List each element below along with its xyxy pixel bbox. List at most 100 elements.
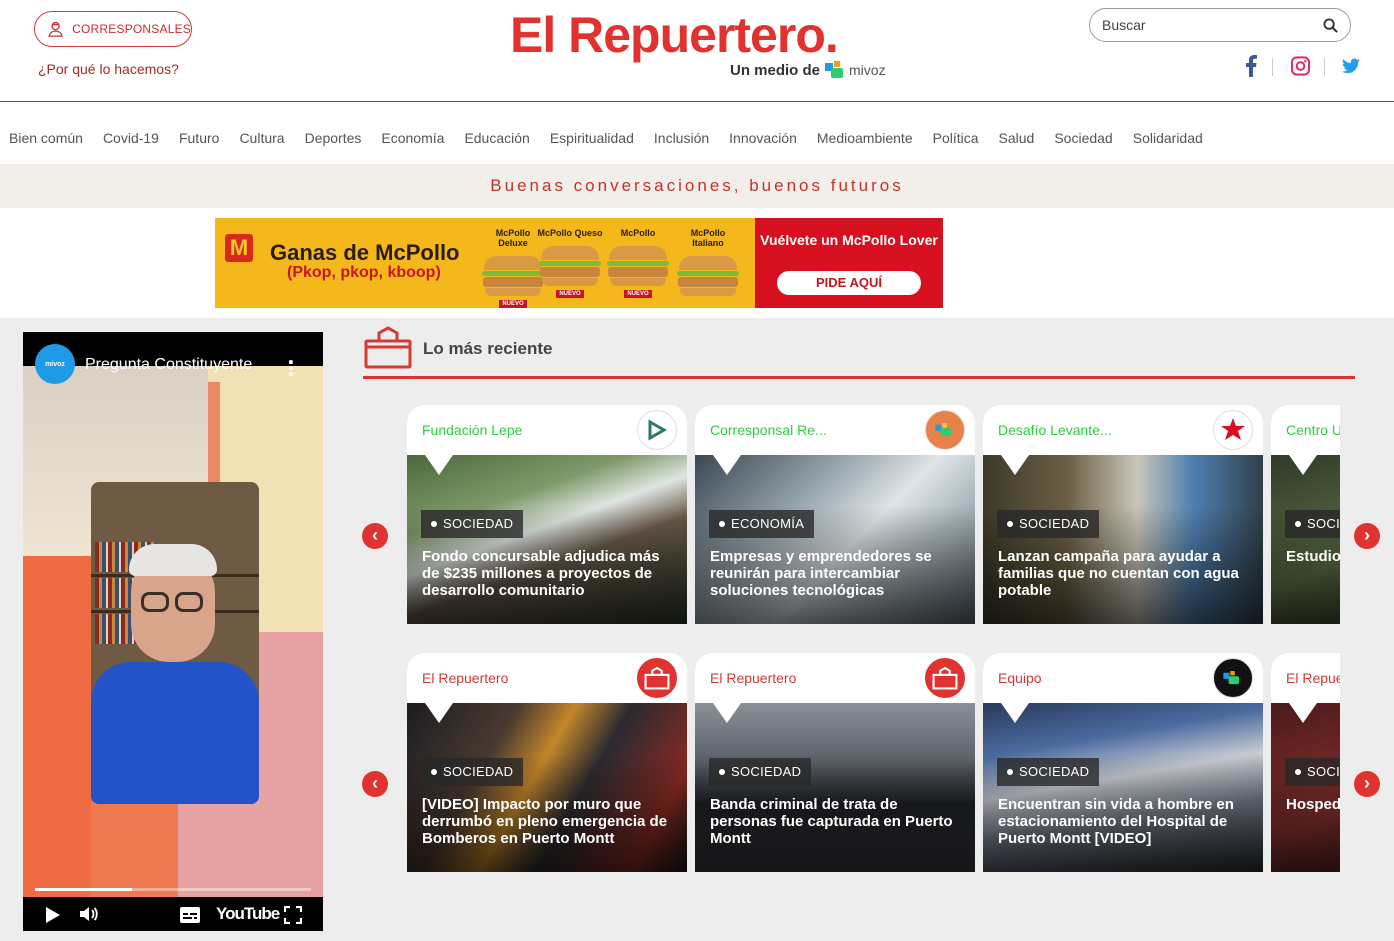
nav-item-salud[interactable]: Salud bbox=[999, 130, 1035, 146]
pide-aqui-button[interactable]: PIDE AQUÍ bbox=[777, 271, 921, 295]
news-card[interactable]: Desafío Levante... SOCIEDAD Lanzan campa… bbox=[983, 405, 1263, 624]
social-divider bbox=[1272, 58, 1273, 76]
card-source[interactable]: Centro U bbox=[1286, 422, 1340, 438]
play-icon[interactable] bbox=[45, 906, 61, 924]
suitcase-icon bbox=[644, 666, 670, 690]
news-card[interactable]: Centro U SOCIE Estudio la prote bbox=[1271, 405, 1340, 624]
tagline: Un medio de mivoz bbox=[730, 61, 886, 79]
card-source[interactable]: El Repue bbox=[1286, 670, 1340, 686]
mcdonalds-logo-icon: M bbox=[225, 234, 253, 262]
carousel-prev-arrow-icon[interactable]: ‹ bbox=[362, 771, 388, 797]
category-badge[interactable]: SOCIEDAD bbox=[997, 510, 1100, 538]
recent-section-title: Lo más reciente bbox=[423, 339, 553, 358]
recent-section-header: Lo más reciente bbox=[363, 325, 1355, 379]
news-card[interactable]: Corresponsal Re... ECONOMÍA Empresas y e… bbox=[695, 405, 975, 624]
nav-item-politica[interactable]: Política bbox=[933, 130, 979, 146]
channel-avatar[interactable]: mivoz bbox=[35, 344, 75, 384]
mivoz-logo[interactable]: mivoz bbox=[825, 61, 886, 79]
twitter-icon[interactable] bbox=[1342, 55, 1360, 77]
source-avatar[interactable] bbox=[925, 410, 965, 450]
card-notch bbox=[425, 703, 453, 723]
speaker-hair bbox=[129, 544, 217, 576]
card-headline[interactable]: Lanzan campaña para ayudar a familias qu… bbox=[998, 548, 1250, 599]
carousel-next-arrow-icon[interactable]: › bbox=[1354, 523, 1380, 549]
category-badge[interactable]: SOCIEDAD bbox=[709, 758, 812, 786]
nav-item-sociedad[interactable]: Sociedad bbox=[1054, 130, 1112, 146]
category-badge[interactable]: SOCIEDAD bbox=[421, 510, 524, 538]
nav-item-economia[interactable]: Economía bbox=[381, 130, 444, 146]
card-source[interactable]: El Repuertero bbox=[422, 670, 508, 686]
ad-cta-text: Vuélvete un McPollo Lover bbox=[760, 232, 938, 248]
fullscreen-icon[interactable] bbox=[284, 906, 302, 924]
news-card[interactable]: El Repue SOCIE Hosped destruid lesiona bbox=[1271, 653, 1340, 872]
source-avatar[interactable] bbox=[637, 658, 677, 698]
card-headline[interactable]: Fondo concursable adjudica más de $235 m… bbox=[422, 548, 674, 599]
source-avatar[interactable] bbox=[1213, 410, 1253, 450]
why-link[interactable]: ¿Por qué lo hacemos? bbox=[38, 61, 179, 77]
youtube-video-player[interactable]: mivoz Pregunta Constituyente ⋮ YouTube bbox=[23, 332, 323, 931]
card-notch bbox=[713, 455, 741, 475]
burger-image: McPollo Queso NUEVO bbox=[537, 228, 603, 298]
nav-item-cultura[interactable]: Cultura bbox=[239, 130, 284, 146]
category-badge[interactable]: SOCIE bbox=[1285, 510, 1340, 538]
nav-item-inclusion[interactable]: Inclusión bbox=[654, 130, 709, 146]
corresponsales-button[interactable]: CORRESPONSALES bbox=[34, 11, 192, 47]
card-headline[interactable]: Empresas y emprendedores se reunirán par… bbox=[710, 548, 962, 599]
card-notch bbox=[1001, 703, 1029, 723]
card-source[interactable]: Equipo bbox=[998, 670, 1042, 686]
carousel-next-arrow-icon[interactable]: › bbox=[1354, 771, 1380, 797]
youtube-logo[interactable]: YouTube bbox=[216, 904, 280, 924]
category-badge[interactable]: SOCIE bbox=[1285, 758, 1340, 786]
category-badge[interactable]: SOCIEDAD bbox=[997, 758, 1100, 786]
facebook-icon[interactable] bbox=[1244, 55, 1258, 77]
nav-item-futuro[interactable]: Futuro bbox=[179, 130, 219, 146]
nav-item-covid-19[interactable]: Covid-19 bbox=[103, 130, 159, 146]
nav-item-deportes[interactable]: Deportes bbox=[305, 130, 362, 146]
more-options-icon[interactable]: ⋮ bbox=[281, 356, 301, 381]
search-input[interactable] bbox=[1102, 17, 1302, 33]
fundacion-logo-icon bbox=[648, 419, 668, 441]
news-card[interactable]: Equipo SOCIEDAD Encuentran sin vida a ho… bbox=[983, 653, 1263, 872]
source-avatar[interactable] bbox=[925, 658, 965, 698]
news-card[interactable]: El Repuertero SOCIEDAD [VIDEO] Impacto p… bbox=[407, 653, 687, 872]
card-headline[interactable]: [VIDEO] Impacto por muro que derrumbó en… bbox=[422, 796, 674, 847]
news-card[interactable]: Fundación Lepe SOCIEDAD Fondo concursabl… bbox=[407, 405, 687, 624]
nav-item-educacion[interactable]: Educación bbox=[464, 130, 529, 146]
card-source[interactable]: Desafío Levante... bbox=[998, 422, 1112, 438]
mcpollo-ad-banner[interactable]: M Ganas de McPollo (Pkop, pkop, kboop) M… bbox=[215, 218, 943, 308]
source-avatar[interactable] bbox=[1213, 658, 1253, 698]
search-icon[interactable] bbox=[1323, 17, 1338, 33]
nav-item-espiritualidad[interactable]: Espiritualidad bbox=[550, 130, 634, 146]
subtitles-icon[interactable] bbox=[180, 907, 200, 923]
card-headline[interactable]: Hosped destruid lesiona bbox=[1286, 796, 1340, 813]
card-headline[interactable]: Estudio la prote bbox=[1286, 548, 1340, 565]
video-background bbox=[23, 556, 91, 897]
site-logo[interactable]: El Repuertero. bbox=[510, 6, 839, 64]
carousel-prev-arrow-icon[interactable]: ‹ bbox=[362, 523, 388, 549]
nav-item-solidaridad[interactable]: Solidaridad bbox=[1133, 130, 1203, 146]
mivoz-logo-icon bbox=[825, 61, 844, 78]
card-source[interactable]: El Repuertero bbox=[710, 670, 796, 686]
card-source[interactable]: Corresponsal Re... bbox=[710, 422, 827, 438]
product-label: McPollo Italiano bbox=[690, 228, 726, 248]
product-label: McPollo Queso bbox=[537, 228, 603, 238]
card-headline[interactable]: Encuentran sin vida a hombre en estacion… bbox=[998, 796, 1250, 847]
search-box[interactable] bbox=[1089, 8, 1351, 42]
star-logo-icon bbox=[1221, 418, 1245, 440]
instagram-icon[interactable] bbox=[1291, 55, 1310, 77]
nav-item-innovacion[interactable]: Innovación bbox=[729, 130, 797, 146]
category-badge[interactable]: SOCIEDAD bbox=[421, 758, 524, 786]
video-title[interactable]: Pregunta Constituyente bbox=[85, 356, 265, 374]
source-avatar[interactable] bbox=[637, 410, 677, 450]
category-badge[interactable]: ECONOMÍA bbox=[709, 510, 815, 538]
video-progress-bar[interactable] bbox=[35, 888, 311, 891]
video-background bbox=[208, 382, 220, 482]
speaker-glasses bbox=[141, 592, 169, 612]
news-card[interactable]: El Repuertero SOCIEDAD Banda criminal de… bbox=[695, 653, 975, 872]
volume-icon[interactable] bbox=[79, 905, 99, 923]
card-headline[interactable]: Banda criminal de trata de personas fue … bbox=[710, 796, 962, 847]
nav-item-bien-comun[interactable]: Bien común bbox=[9, 130, 83, 146]
card-source[interactable]: Fundación Lepe bbox=[422, 422, 522, 438]
suitcase-icon bbox=[932, 666, 958, 690]
nav-item-medioambiente[interactable]: Medioambiente bbox=[817, 130, 913, 146]
